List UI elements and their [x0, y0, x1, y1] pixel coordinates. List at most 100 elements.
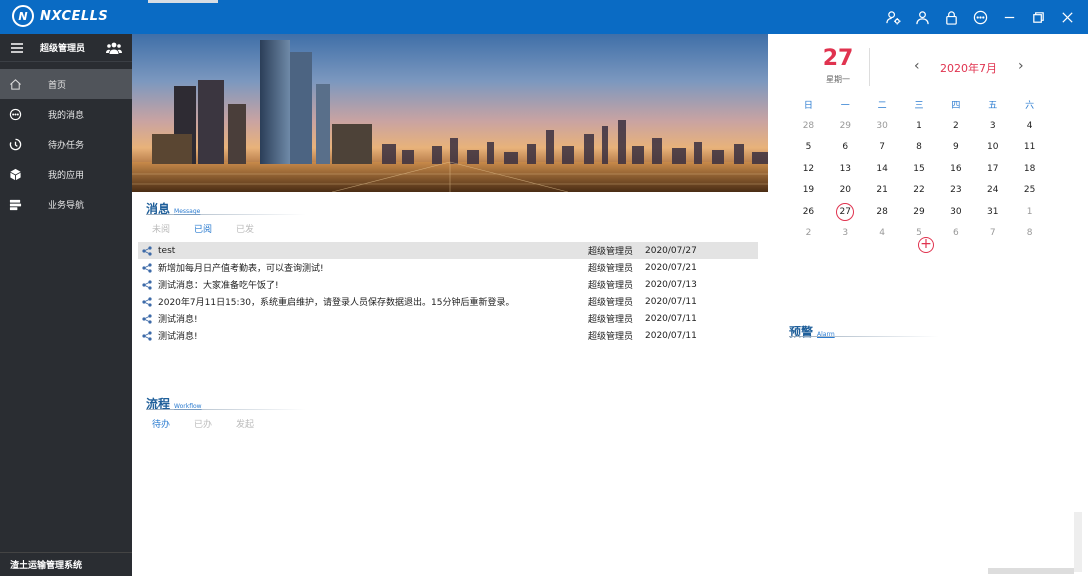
calendar-week-row: 5 6 7 8 9 10 11	[790, 137, 1048, 158]
lock-icon[interactable]	[940, 6, 962, 28]
calendar-day[interactable]: 3	[827, 228, 864, 238]
calendar-day[interactable]: 24	[974, 185, 1011, 195]
sidebar-item-label: 首页	[48, 80, 67, 91]
tab-read[interactable]: 已阅	[194, 222, 212, 235]
calendar-day[interactable]: 21	[864, 185, 901, 195]
title-bar: N NXCELLS	[0, 0, 1088, 34]
calendar-day[interactable]: 31	[974, 207, 1011, 217]
calendar-day[interactable]: 6	[827, 142, 864, 152]
calendar-day[interactable]: 30	[937, 207, 974, 217]
sidebar-item-tasks[interactable]: 待办任务	[0, 129, 132, 159]
calendar-day[interactable]: 26	[790, 207, 827, 217]
calendar-day-today[interactable]: 27	[827, 202, 864, 221]
users-group-icon[interactable]	[106, 41, 122, 55]
calendar-day[interactable]: 28	[864, 207, 901, 217]
message-row[interactable]: 测试消息! 超级管理员 2020/07/11	[138, 310, 758, 327]
share-icon	[142, 279, 152, 290]
calendar-day-number: 27	[836, 202, 855, 221]
calendar-day[interactable]: 20	[827, 185, 864, 195]
calendar-day[interactable]: 3	[974, 121, 1011, 131]
horizontal-scrollbar[interactable]	[988, 568, 1074, 574]
messages-tabs: 未阅 已阅 已发	[152, 222, 278, 235]
calendar-day[interactable]: 30	[864, 121, 901, 131]
message-row[interactable]: 新增加每月日产值考勤表，可以查询测试! 超级管理员 2020/07/21	[138, 259, 758, 276]
restore-icon[interactable]	[1027, 6, 1049, 28]
calendar-day[interactable]: 19	[790, 185, 827, 195]
calendar-day[interactable]: 5	[790, 142, 827, 152]
add-event-button[interactable]: +	[918, 237, 934, 253]
sidebar-item-messages[interactable]: 我的消息	[0, 99, 132, 129]
calendar-day[interactable]: 12	[790, 164, 827, 174]
calendar-day[interactable]: 14	[864, 164, 901, 174]
calendar-week-row: 12 13 14 15 16 17 18	[790, 158, 1048, 179]
calendar-next-month-button[interactable]: ›	[1018, 58, 1024, 74]
message-sender: 超级管理员	[588, 281, 634, 291]
user-settings-icon[interactable]	[882, 6, 904, 28]
vertical-scrollbar[interactable]	[1074, 512, 1082, 572]
calendar-day[interactable]: 7	[974, 228, 1011, 238]
calendar-day[interactable]: 10	[974, 142, 1011, 152]
calendar-month-label: 2020年7月	[940, 62, 997, 75]
sidebar-item-navigation[interactable]: 业务导航	[0, 189, 132, 219]
calendar-day-number: 29	[913, 206, 925, 217]
calendar-day-number: 13	[839, 163, 852, 174]
navigation-icon	[8, 197, 22, 211]
tab-done[interactable]: 已办	[194, 417, 212, 430]
calendar-day[interactable]: 13	[827, 164, 864, 174]
sidebar-item-label: 我的应用	[48, 170, 85, 181]
message-row[interactable]: 测试消息：大家准备吃午饭了! 超级管理员 2020/07/13	[138, 276, 758, 293]
tab-initiate[interactable]: 发起	[236, 417, 254, 430]
calendar-day[interactable]: 22	[901, 185, 938, 195]
calendar-big-day: 27	[822, 46, 854, 71]
calendar-day-number: 26	[802, 206, 815, 217]
sidebar-user-name: 超级管理员	[40, 44, 86, 54]
minimize-icon[interactable]	[998, 6, 1020, 28]
hamburger-menu-icon[interactable]	[10, 41, 24, 55]
calendar-day[interactable]: 2	[937, 121, 974, 131]
window-tab-indicator	[148, 0, 218, 3]
message-row[interactable]: 测试消息! 超级管理员 2020/07/11	[138, 327, 758, 344]
calendar-day[interactable]: 1	[1011, 207, 1048, 217]
calendar-grid: 日 一 二 三 四 五 六 28 29 30 1 2 3 4 5 6 7 8 9 10 11 12 13 14 1…	[790, 94, 1048, 244]
calendar-day[interactable]: 11	[1011, 142, 1048, 152]
calendar-day[interactable]: 4	[1011, 121, 1048, 131]
calendar-day[interactable]: 9	[937, 142, 974, 152]
sidebar-item-apps[interactable]: 我的应用	[0, 159, 132, 189]
calendar-day[interactable]: 25	[1011, 185, 1048, 195]
calendar-day[interactable]: 6	[937, 228, 974, 238]
calendar-day[interactable]: 15	[901, 164, 938, 174]
calendar-day[interactable]: 23	[937, 185, 974, 195]
calendar-day[interactable]: 5	[901, 228, 938, 238]
message-date: 2020/07/13	[645, 279, 697, 290]
tab-unread[interactable]: 未阅	[152, 222, 170, 235]
message-sender: 超级管理员	[588, 332, 634, 342]
calendar-day[interactable]: 17	[974, 164, 1011, 174]
sidebar-item-home[interactable]: 首页	[0, 69, 132, 99]
calendar-day[interactable]: 8	[1011, 228, 1048, 238]
calendar-day[interactable]: 8	[901, 142, 938, 152]
close-icon[interactable]	[1056, 6, 1078, 28]
share-icon	[142, 313, 152, 324]
user-icon[interactable]	[911, 6, 933, 28]
calendar-day[interactable]: 16	[937, 164, 974, 174]
calendar-day-number: 30	[876, 121, 888, 132]
calendar-day[interactable]: 1	[901, 121, 938, 131]
calendar-day[interactable]: 7	[864, 142, 901, 152]
calendar-prev-month-button[interactable]: ‹	[914, 58, 920, 74]
message-row[interactable]: test 超级管理员 2020/07/27	[138, 242, 758, 259]
tab-todo[interactable]: 待办	[152, 417, 170, 430]
sidebar-item-label: 待办任务	[48, 140, 85, 151]
calendar-weeks: 28 29 30 1 2 3 4 5 6 7 8 9 10 11 12 13 14 15 16 17 18 19 20 21 2…	[790, 115, 1048, 243]
calendar-day[interactable]: 28	[790, 121, 827, 131]
tab-sent[interactable]: 已发	[236, 222, 254, 235]
calendar-day[interactable]: 29	[901, 207, 938, 217]
calendar-day[interactable]: 4	[864, 228, 901, 238]
calendar-day[interactable]: 18	[1011, 164, 1048, 174]
message-row[interactable]: 2020年7月11日15:30，系统重启维护，请登录人员保存数据退出。15分钟后…	[138, 293, 758, 310]
alarm-title-underline	[789, 336, 939, 337]
more-icon[interactable]	[969, 6, 991, 28]
calendar-day[interactable]: 29	[827, 121, 864, 131]
calendar-day[interactable]: 2	[790, 228, 827, 238]
alarm-section-title: 预警 Alarm	[789, 323, 835, 340]
calendar-day-number: 28	[876, 206, 888, 217]
